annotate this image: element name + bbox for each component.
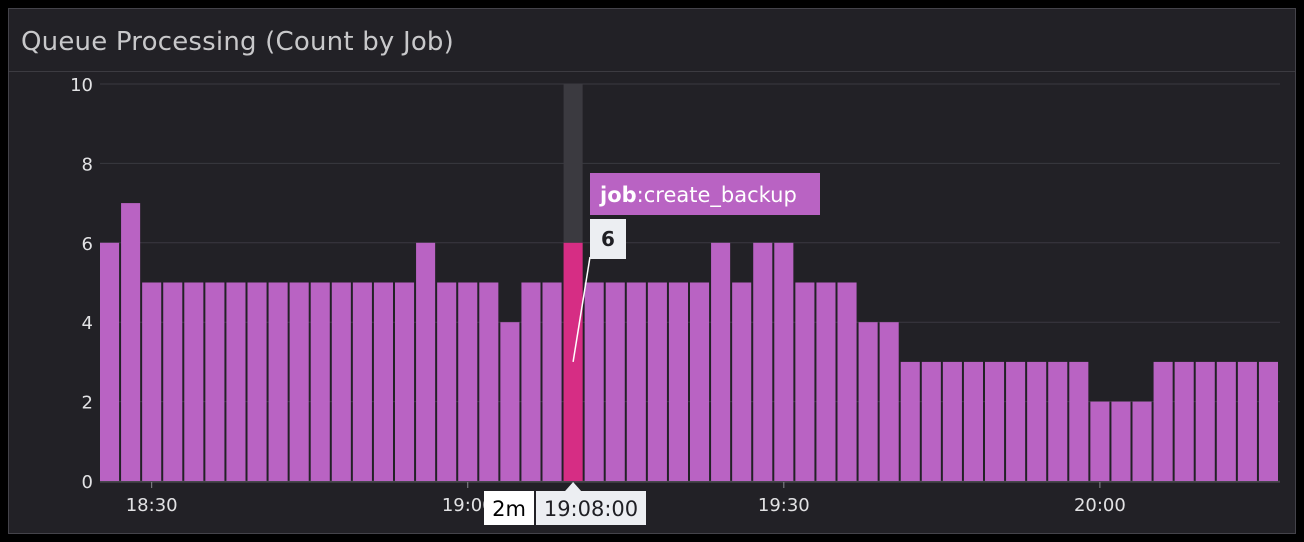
y-tick-label: 2 — [82, 393, 93, 414]
x-tick-label: 18:30 — [126, 495, 178, 516]
x-axis: 18:30 19:00 19:30 20:00 — [100, 481, 1280, 516]
bar[interactable] — [1006, 361, 1026, 481]
bar[interactable] — [1174, 361, 1194, 481]
bar[interactable] — [1048, 361, 1068, 481]
bar[interactable] — [1090, 401, 1110, 481]
bar[interactable] — [247, 282, 267, 482]
bar[interactable] — [668, 282, 688, 482]
y-tick-label: 4 — [82, 313, 93, 334]
bar[interactable] — [521, 282, 541, 482]
tooltip-value: :create_backup — [637, 183, 797, 208]
bar[interactable] — [1132, 401, 1152, 481]
tooltip-key: job — [599, 183, 637, 207]
bar[interactable] — [942, 361, 962, 481]
bar[interactable] — [1258, 361, 1278, 481]
bar[interactable] — [1216, 361, 1236, 481]
bar[interactable] — [1069, 361, 1089, 481]
x-tick-label: 19:30 — [758, 495, 810, 516]
bar[interactable] — [774, 242, 794, 481]
bar[interactable] — [100, 242, 120, 481]
tooltip-job-text: job:create_backup — [599, 183, 797, 208]
bar[interactable] — [458, 282, 478, 482]
bar[interactable] — [837, 282, 857, 482]
bar[interactable] — [500, 322, 520, 481]
bar[interactable] — [310, 282, 330, 482]
bar[interactable] — [142, 282, 162, 482]
bar[interactable] — [921, 361, 941, 481]
bar[interactable] — [900, 361, 920, 481]
time-label: 19:08:00 — [544, 497, 638, 521]
bar[interactable] — [226, 282, 246, 482]
bar[interactable] — [121, 203, 141, 481]
bar[interactable] — [626, 282, 646, 482]
bar[interactable] — [184, 282, 204, 482]
bar[interactable] — [205, 282, 225, 482]
bar[interactable] — [816, 282, 836, 482]
bar[interactable] — [437, 282, 457, 482]
bar[interactable] — [858, 322, 878, 481]
bar[interactable] — [373, 282, 393, 482]
bar[interactable] — [647, 282, 667, 482]
time-pointer — [565, 482, 582, 491]
bar[interactable] — [753, 242, 773, 481]
tooltip-count: 6 — [601, 227, 615, 251]
bars — [100, 203, 1278, 481]
bar[interactable] — [1027, 361, 1047, 481]
bar[interactable] — [331, 282, 351, 482]
bar[interactable] — [163, 282, 183, 482]
bar[interactable] — [985, 361, 1005, 481]
bar[interactable] — [289, 282, 309, 482]
bar[interactable] — [416, 242, 436, 481]
bar[interactable] — [1195, 361, 1215, 481]
bar[interactable] — [963, 361, 983, 481]
bar[interactable] — [1111, 401, 1131, 481]
bar[interactable] — [479, 282, 499, 482]
bar[interactable] — [584, 282, 604, 482]
bar[interactable] — [690, 282, 710, 482]
bar[interactable] — [268, 282, 288, 482]
y-tick-label: 8 — [82, 154, 93, 175]
bar[interactable] — [605, 282, 625, 482]
bar[interactable] — [352, 282, 372, 482]
y-tick-label: 10 — [70, 75, 93, 96]
bar[interactable] — [711, 242, 731, 481]
bar[interactable] — [395, 282, 415, 482]
bar[interactable] — [1153, 361, 1173, 481]
bar[interactable] — [795, 282, 815, 482]
bar[interactable] — [542, 282, 562, 482]
y-tick-label: 6 — [82, 234, 93, 255]
bar[interactable] — [1237, 361, 1257, 481]
interval-label: 2m — [492, 497, 526, 521]
bar[interactable] — [879, 322, 899, 481]
y-tick-label: 0 — [82, 472, 93, 493]
bar-chart[interactable]: 0246810 18:30 19:00 19:30 20:00 job:create_… — [0, 0, 1304, 542]
bar[interactable] — [732, 282, 752, 482]
x-tick-label: 20:00 — [1074, 495, 1126, 516]
y-axis: 0 2 4 6 8 10 — [70, 75, 93, 493]
